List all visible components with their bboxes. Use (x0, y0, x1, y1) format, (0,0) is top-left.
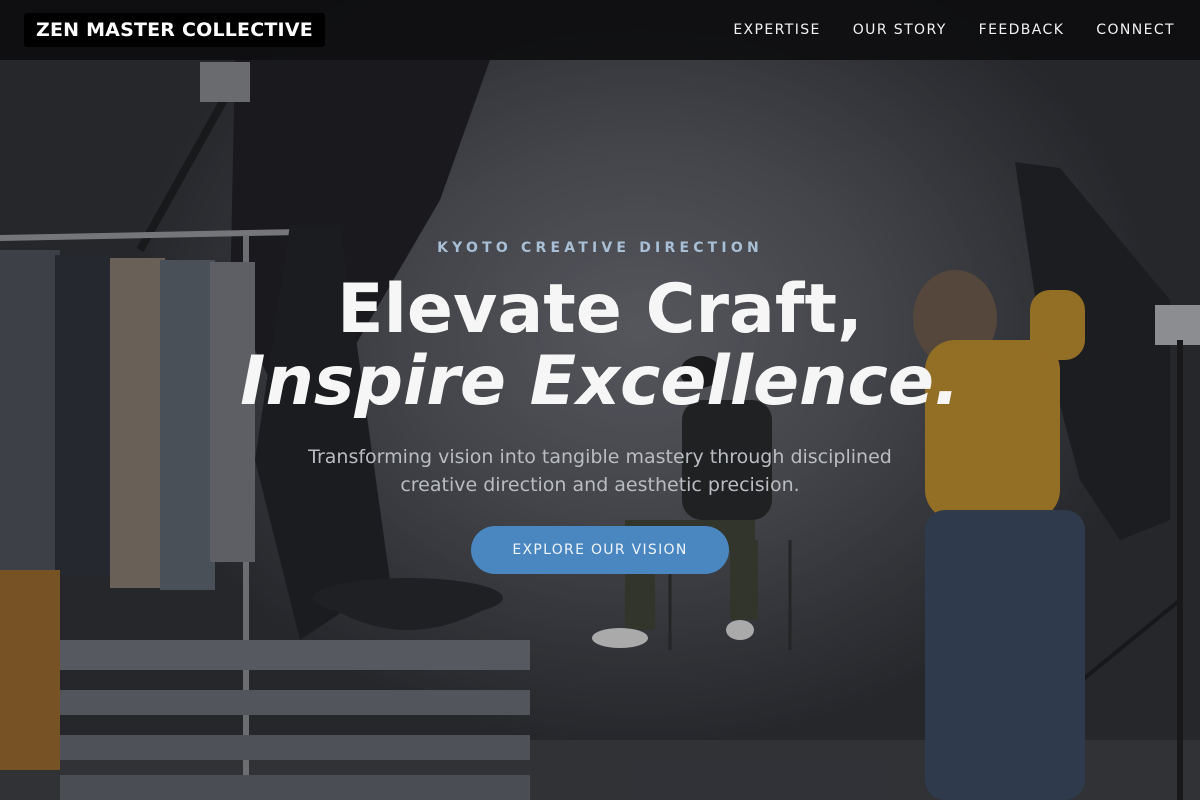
nav-link-connect[interactable]: CONNECT (1096, 22, 1175, 38)
hero-headline-line2: Inspire Excellence. (240, 342, 960, 421)
brand-logo[interactable]: ZEN MASTER COLLECTIVE (24, 13, 325, 47)
hero-headline-line1: Elevate Craft, (337, 270, 863, 349)
hero-eyebrow: KYOTO CREATIVE DIRECTION (437, 240, 763, 256)
primary-nav: EXPERTISE OUR STORY FEEDBACK CONNECT (733, 22, 1175, 38)
hero-subtitle: Transforming vision into tangible master… (308, 446, 892, 496)
hero-section: KYOTO CREATIVE DIRECTION Elevate Craft, … (0, 0, 1200, 800)
explore-vision-button[interactable]: EXPLORE OUR VISION (471, 526, 729, 574)
top-navbar: ZEN MASTER COLLECTIVE EXPERTISE OUR STOR… (0, 0, 1200, 60)
nav-link-expertise[interactable]: EXPERTISE (733, 22, 820, 38)
nav-link-feedback[interactable]: FEEDBACK (979, 22, 1065, 38)
nav-link-our-story[interactable]: OUR STORY (853, 22, 947, 38)
